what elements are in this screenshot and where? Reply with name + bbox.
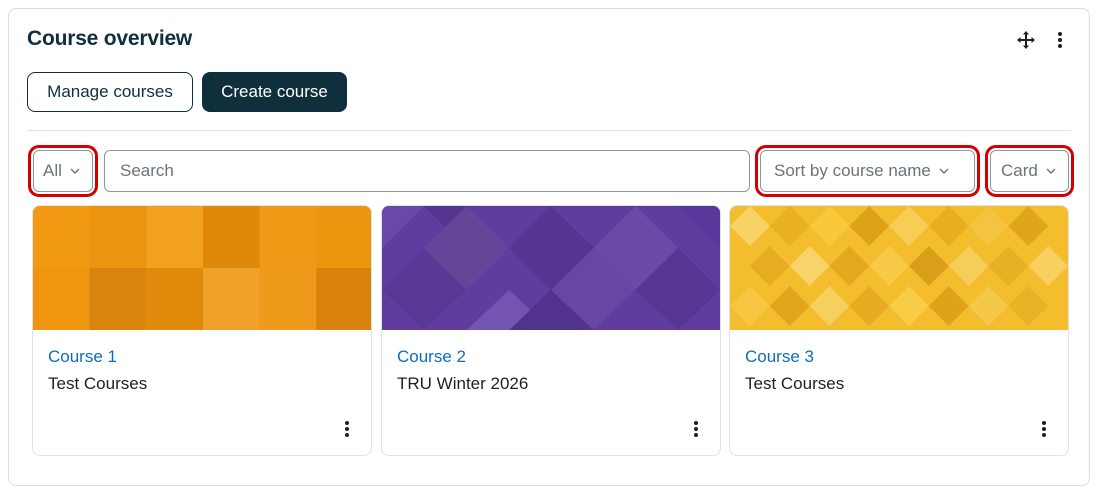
course-name-link[interactable]: Course 2 [397,347,466,367]
chevron-down-icon [70,168,80,174]
course-card[interactable]: Course 2 TRU Winter 2026 [381,205,721,456]
course-card[interactable]: Course 3 Test Courses [729,205,1069,456]
course-image[interactable] [382,206,720,330]
divider [27,130,1071,131]
sort-dropdown[interactable]: Sort by course name [755,145,980,197]
course-actions-menu-icon[interactable] [686,418,706,440]
course-category: Test Courses [48,374,148,393]
course-image[interactable] [730,206,1068,330]
course-card[interactable]: Course 1 Test Courses [32,205,372,456]
kebab-menu-icon[interactable] [1049,29,1071,51]
course-name-link[interactable]: Course 3 [745,347,814,367]
course-actions-menu-icon[interactable] [1034,418,1054,440]
chevron-down-icon [939,168,949,174]
move-icon[interactable] [1015,29,1037,51]
course-name-link[interactable]: Course 1 [48,347,117,367]
sort-value: Sort by course name [774,161,931,180]
course-actions-menu-icon[interactable] [337,418,357,440]
course-overview-block: Course overview Manage courses Create co… [8,8,1090,486]
manage-courses-button[interactable]: Manage courses [27,72,193,112]
course-category: Test Courses [745,374,845,393]
chevron-down-icon [1046,168,1056,174]
view-dropdown[interactable]: Card [985,145,1074,197]
view-value: Card [1001,161,1038,180]
grouping-value: All [43,161,62,180]
create-course-button[interactable]: Create course [202,72,347,112]
search-field[interactable] [104,150,750,192]
search-input[interactable] [118,160,749,182]
grouping-dropdown[interactable]: All [28,145,98,197]
course-category: TRU Winter 2026 [397,374,529,393]
block-title: Course overview [27,27,193,50]
course-image[interactable] [33,206,371,330]
block-header-controls [1015,29,1071,51]
